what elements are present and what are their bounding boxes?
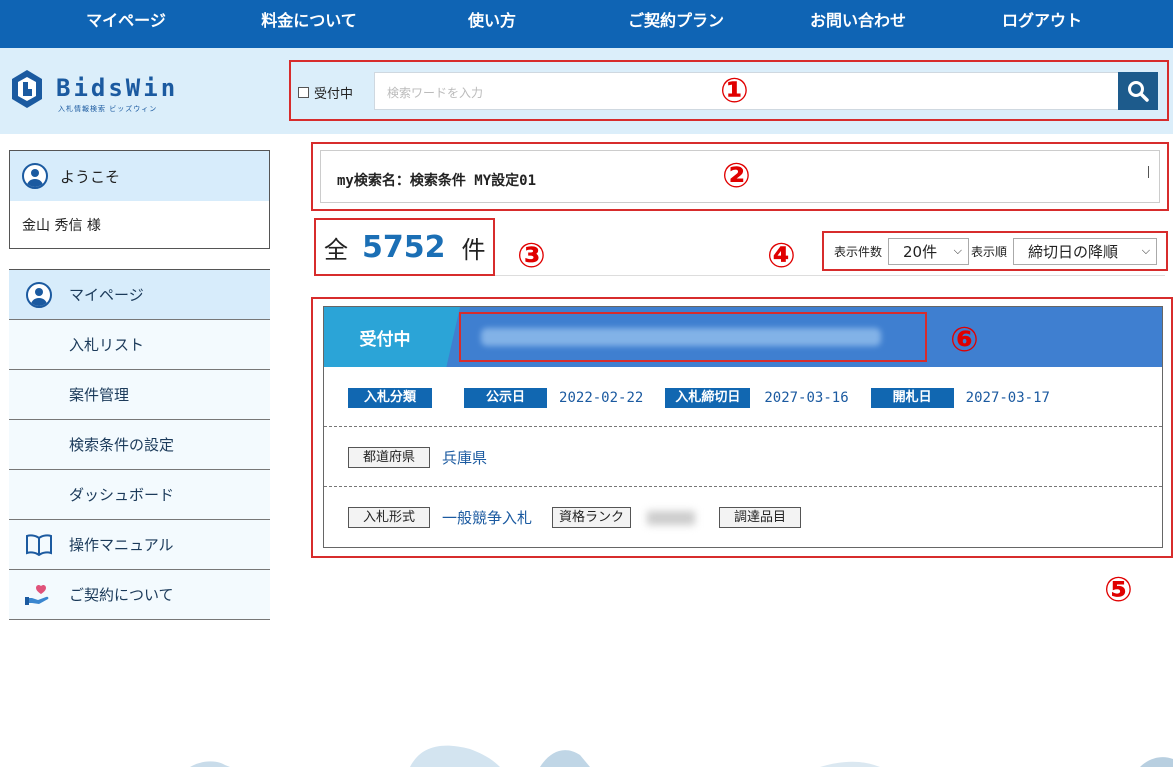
nav-contact[interactable]: お問い合わせ <box>810 0 906 48</box>
result-card-header: 受付中 <box>324 307 1162 367</box>
public-date-value: 2022-02-22 <box>559 389 644 406</box>
prefecture-value: 兵庫県 <box>442 448 488 467</box>
divider <box>1148 166 1149 178</box>
sidebar-item-label: 入札リスト <box>69 336 145 354</box>
search-icon <box>1128 81 1149 102</box>
marker-4: ④ <box>767 236 796 276</box>
checkbox-box[interactable] <box>298 87 309 98</box>
opening-date-value: 2027-03-17 <box>965 389 1050 406</box>
sidebar-item-mypage[interactable]: マイページ <box>9 270 270 320</box>
nav-logout[interactable]: ログアウト <box>1002 0 1082 48</box>
sidebar-item-contract[interactable]: ご契約について <box>9 570 270 620</box>
public-date-tag: 公示日 <box>464 387 548 408</box>
category-tag: 入札分類 <box>348 387 433 408</box>
sidebar-item-label: 操作マニュアル <box>69 536 174 554</box>
per-page-label: 表示件数 <box>834 244 883 259</box>
user-icon <box>26 281 52 308</box>
rank-tag: 資格ランク <box>552 507 632 528</box>
sidebar-item-label: ご契約について <box>69 586 174 604</box>
nav-howto[interactable]: 使い方 <box>468 0 516 48</box>
sidebar-item-label: 案件管理 <box>69 386 130 404</box>
deadline-tag: 入札締切日 <box>665 387 751 408</box>
status-badge: 受付中 <box>324 307 460 367</box>
logo-text[interactable]: BidsWin <box>56 74 178 102</box>
sidebar-item-bid-list[interactable]: 入札リスト <box>9 320 270 370</box>
sidebar-item-label: 検索条件の設定 <box>69 436 175 454</box>
sidebar-item-project-management[interactable]: 案件管理 <box>9 370 270 420</box>
count-value: 5752 <box>362 229 446 265</box>
book-icon <box>26 533 52 556</box>
accepting-checkbox[interactable]: 受付中 <box>298 83 353 102</box>
welcome-header: ようこそ <box>10 151 269 201</box>
bid-type-tag: 入札形式 <box>348 507 431 528</box>
opening-date-tag: 開札日 <box>870 387 954 408</box>
procurement-tag: 調達品目 <box>719 507 802 528</box>
per-page-value: 20件 <box>903 242 938 261</box>
chevron-down-icon: ⌵ <box>1141 244 1151 257</box>
bid-type-value: 一般競争入札 <box>442 509 533 527</box>
marker-2: ② <box>722 156 751 196</box>
logo-icon[interactable] <box>10 69 44 109</box>
nav-pricing[interactable]: 料金について <box>261 0 357 48</box>
checkbox-label: 受付中 <box>314 87 354 102</box>
marker-3: ③ <box>517 236 546 276</box>
result-title-link[interactable] <box>459 312 927 362</box>
order-select[interactable]: 締切日の降順 ⌵ <box>1013 237 1158 265</box>
result-row-type: 入札形式 一般競争入札 資格ランク 調達品目 <box>324 488 1162 547</box>
sidebar-item-manual[interactable]: 操作マニュアル <box>9 520 270 570</box>
order-value: 締切日の降順 <box>1028 242 1119 261</box>
display-options: 表示件数 20件 ⌵ 表示順 締切日の降順 ⌵ <box>822 231 1168 271</box>
sidebar-item-label: ダッシュボード <box>69 486 175 504</box>
user-icon <box>22 163 48 189</box>
top-nav: マイページ 料金について 使い方 ご契約プラン お問い合わせ ログアウト <box>0 0 1173 48</box>
sidebar-menu: マイページ 入札リスト 案件管理 検索条件の設定 ダッシュボード 操作マニュアル… <box>9 269 270 620</box>
count-suffix: 件 <box>461 235 486 264</box>
result-card[interactable]: 受付中 入札分類 公示日 2022-02-22 入札締切日 2027-03-16… <box>323 306 1163 548</box>
logo-subtitle: 入札情報検索 ビッズウィン <box>58 105 158 113</box>
divider <box>495 275 1165 276</box>
marker-5: ⑤ <box>1104 570 1133 610</box>
deadline-value: 2027-03-16 <box>764 389 849 406</box>
order-label: 表示順 <box>971 244 1008 259</box>
per-page-select[interactable]: 20件 ⌵ <box>888 237 970 265</box>
search-button[interactable] <box>1118 72 1158 110</box>
user-name: 金山 秀信 様 <box>22 218 101 234</box>
prefecture-tag: 都道府県 <box>348 446 431 468</box>
hand-heart-icon <box>25 584 49 605</box>
result-row-dates: 入札分類 公示日 2022-02-22 入札締切日 2027-03-16 開札日… <box>324 369 1162 427</box>
chevron-down-icon: ⌵ <box>953 244 963 257</box>
blurred-rank <box>647 510 696 525</box>
sidebar-item-label: マイページ <box>69 286 144 304</box>
footer-decoration <box>190 745 1173 767</box>
marker-6: ⑥ <box>950 320 979 360</box>
welcome-title: ようこそ <box>60 167 121 186</box>
result-count: 全 5752 件 <box>314 218 495 276</box>
sidebar-item-dashboard[interactable]: ダッシュボード <box>9 470 270 520</box>
nav-plans[interactable]: ご契約プラン <box>628 0 724 48</box>
sidebar-item-search-settings[interactable]: 検索条件の設定 <box>9 420 270 470</box>
welcome-panel: ようこそ 金山 秀信 様 <box>9 150 270 249</box>
count-prefix: 全 <box>324 235 348 264</box>
blurred-title <box>481 328 881 346</box>
nav-mypage[interactable]: マイページ <box>86 0 166 48</box>
result-row-prefecture: 都道府県 兵庫県 <box>324 428 1162 487</box>
marker-1: ① <box>720 71 749 111</box>
